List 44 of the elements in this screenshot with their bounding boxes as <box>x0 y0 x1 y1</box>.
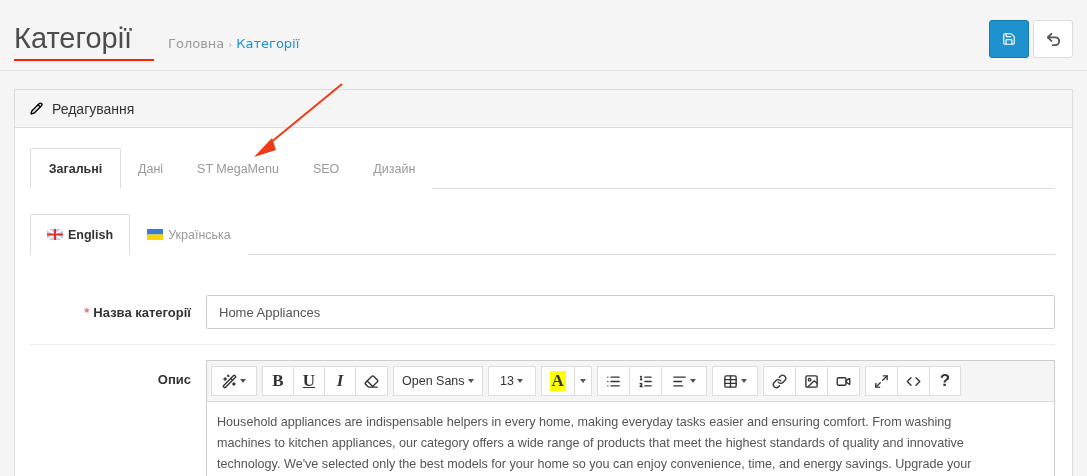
link-icon <box>771 373 787 389</box>
magic-wand-icon <box>222 373 237 389</box>
table-icon <box>722 373 738 389</box>
dropdown-button[interactable]: Open Sans <box>393 366 483 396</box>
link-button[interactable] <box>762 366 796 396</box>
image-button[interactable] <box>794 366 828 396</box>
breadcrumb-separator: › <box>228 39 233 50</box>
save-button[interactable] <box>989 20 1029 58</box>
name-input[interactable]: Home Appliances <box>206 295 1055 329</box>
pencil-icon <box>30 102 43 115</box>
align-button[interactable] <box>660 366 707 396</box>
code-button[interactable] <box>896 366 930 396</box>
undo-icon <box>1044 30 1062 48</box>
video-button[interactable] <box>826 366 860 396</box>
eraser-icon <box>364 373 379 389</box>
fullscreen-button[interactable] <box>864 366 898 396</box>
required-mark: * <box>84 304 90 320</box>
format-button[interactable]: B <box>262 366 294 396</box>
align-icon <box>671 373 687 389</box>
format-button[interactable]: I <box>324 366 356 396</box>
back-button[interactable] <box>1033 20 1073 58</box>
save-icon <box>1002 32 1016 46</box>
magic-wand-button[interactable] <box>211 366 257 396</box>
panel-title: Редагування <box>52 100 135 117</box>
description-text: Household appliances are indispensable helpers in every home, making everyday tasks easier and ensuring comfort. From washing machines to kitchen appliances, our category offers a wide range of products that meet the highest standards of quality and innovative technology. We've selected only the best models for your home so you can enjoy convenience, time, and energy savings. Upgrade your <box>216 414 973 473</box>
flag-icon <box>47 229 63 240</box>
tab[interactable]: Загальні <box>30 148 121 189</box>
format-button[interactable]: ? <box>928 366 961 396</box>
numbered-list-button[interactable] <box>628 366 662 396</box>
image-icon <box>803 373 819 389</box>
language-tab[interactable]: English <box>30 214 131 255</box>
fullscreen-icon <box>873 373 889 389</box>
table-button[interactable] <box>711 366 758 396</box>
bullet-list-icon <box>605 373 621 389</box>
eraser-button[interactable] <box>355 366 388 396</box>
format-button[interactable]: U <box>293 366 325 396</box>
flag-icon <box>147 229 164 240</box>
field-label: Назва категорії <box>93 304 191 320</box>
page-title: Категорії <box>14 21 134 56</box>
field-label: Опис <box>157 372 191 387</box>
numbered-list-icon <box>637 373 653 389</box>
bullet-list-button[interactable] <box>596 366 630 396</box>
text-color-button[interactable]: A <box>540 366 575 396</box>
dropdown-button[interactable]: 13 <box>487 366 536 396</box>
